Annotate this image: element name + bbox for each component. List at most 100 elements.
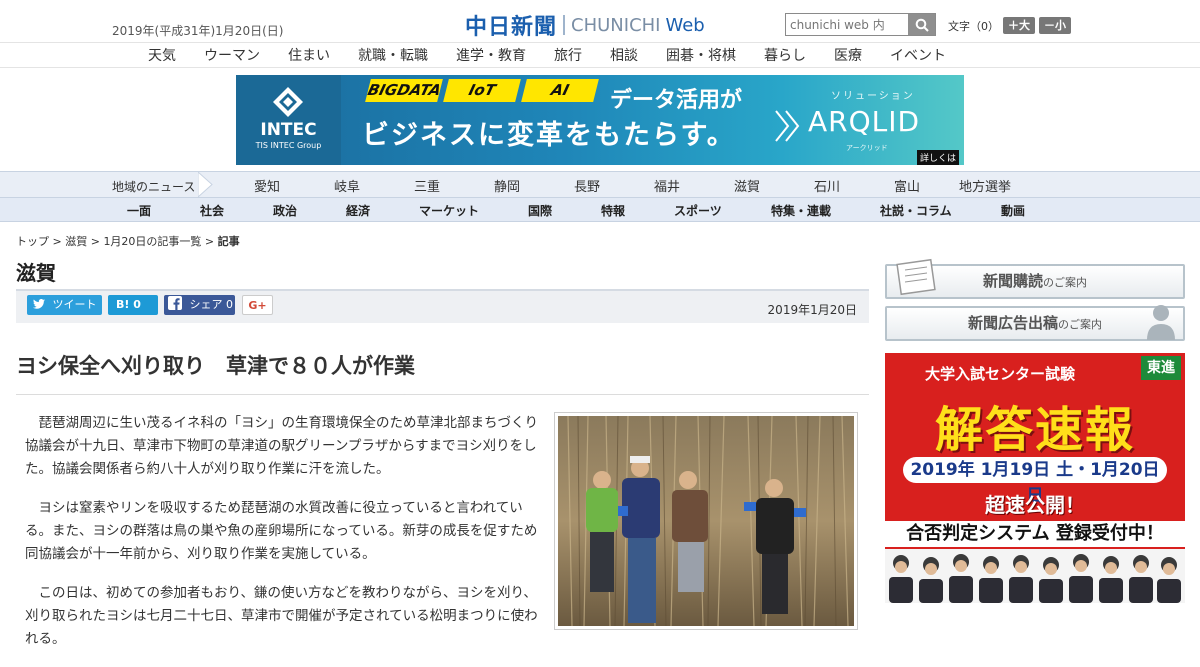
- region-shizuoka[interactable]: 静岡: [494, 176, 520, 195]
- logo-english: CHUNICHI: [571, 14, 661, 36]
- font-smaller-button[interactable]: －小: [1039, 17, 1071, 34]
- site-logo[interactable]: 中日新聞 CHUNICHI Web: [465, 9, 705, 41]
- search-input[interactable]: [786, 14, 908, 35]
- genre-special-report[interactable]: 特報: [601, 202, 625, 219]
- genre-international[interactable]: 国際: [528, 202, 552, 219]
- genre-market[interactable]: マーケット: [419, 202, 479, 219]
- banner-details[interactable]: 詳しくは: [917, 150, 960, 165]
- subscribe-suffix: のご案内: [1043, 276, 1087, 289]
- genre-sports[interactable]: スポーツ: [674, 202, 722, 219]
- category-consult[interactable]: 相談: [610, 45, 638, 65]
- genre-economy[interactable]: 経済: [346, 202, 370, 219]
- category-jobs[interactable]: 就職・転職: [358, 45, 428, 65]
- banner-tag-bigdata: BIGDATA: [365, 79, 443, 102]
- subscribe-button[interactable]: 新聞購読のご案内: [885, 258, 1185, 299]
- region-local-elections[interactable]: 地方選挙: [959, 176, 1011, 195]
- category-nav: 天気 ウーマン 住まい 就職・転職 進学・教育 旅行 相談 囲碁・将棋 暮らし …: [0, 43, 1200, 68]
- reed-cutting-photo: [558, 415, 854, 627]
- article-headline: ヨシ保全へ刈り取り 草津で８０人が作業: [16, 350, 869, 395]
- person-icon: [1147, 305, 1175, 340]
- intec-logo-icon: [273, 87, 303, 117]
- breadcrumb-list[interactable]: 1月20日の記事一覧: [103, 235, 201, 248]
- current-date: 2019年(平成31年)1月20日(日): [112, 24, 284, 38]
- logo-web: Web: [665, 14, 705, 36]
- advertise-button[interactable]: 新聞広告出稿のご案内: [885, 305, 1185, 341]
- region-fukui[interactable]: 福井: [654, 176, 680, 195]
- breadcrumb-sep: >: [49, 235, 66, 248]
- banner-company: INTEC: [260, 120, 317, 140]
- banner-line1: データ活用が: [610, 88, 743, 113]
- article-date: 2019年1月20日: [767, 303, 857, 317]
- newspaper-icon: [896, 258, 936, 296]
- ad2-logo: 東進: [1141, 356, 1181, 380]
- breadcrumb-sep: >: [87, 235, 104, 248]
- region-nagano[interactable]: 長野: [574, 176, 600, 195]
- ad2-fast: 超速公開！: [985, 493, 1085, 517]
- hatena-label: B! 0: [116, 298, 141, 311]
- region-ishikawa[interactable]: 石川: [814, 176, 840, 195]
- site-header: 2019年(平成31年)1月20日(日) 中日新聞 CHUNICHI Web 文…: [0, 0, 1200, 43]
- genre-editorial[interactable]: 社説・コラム: [880, 202, 952, 219]
- banner-chevron-icon: [775, 110, 800, 142]
- google-plus-button[interactable]: G+: [242, 295, 273, 315]
- region-nav: 地域のニュース 愛知 岐阜 三重 静岡 長野 福井 滋賀 石川 富山 地方選挙: [0, 171, 1200, 198]
- breadcrumb-sep: >: [201, 235, 218, 248]
- tweet-label: ツイート: [52, 298, 97, 311]
- banner-product: ARQLID: [808, 105, 921, 138]
- article-paragraph: 琵琶湖周辺に生い茂るイネ科の「ヨシ」の生育環境保全のため草津北部まちづくり協議会…: [25, 415, 538, 477]
- ad2-teachers-photo: [885, 549, 1185, 603]
- genre-politics[interactable]: 政治: [273, 202, 297, 219]
- search-button[interactable]: [908, 14, 935, 35]
- breadcrumb-region[interactable]: 滋賀: [65, 235, 87, 248]
- category-go-shogi[interactable]: 囲碁・将棋: [666, 45, 736, 65]
- category-travel[interactable]: 旅行: [554, 45, 582, 65]
- category-woman[interactable]: ウーマン: [204, 45, 260, 65]
- region-aichi[interactable]: 愛知: [254, 176, 280, 195]
- search-icon: [915, 18, 929, 32]
- category-weather[interactable]: 天気: [148, 45, 176, 65]
- region-toyama[interactable]: 富山: [894, 176, 920, 195]
- ad2-dates: 2019年 1月19日 土・1月20日 日: [903, 457, 1167, 506]
- ad2-top-text: 大学入試センター試験: [925, 365, 1076, 383]
- category-living[interactable]: 暮らし: [764, 45, 806, 65]
- region-arrow-icon: [198, 172, 213, 197]
- hatena-bookmark-button[interactable]: B! 0: [108, 295, 158, 315]
- article-body: 琵琶湖周辺に生い茂るイネ科の「ヨシ」の生育環境保全のため草津北部まちづくり協議会…: [25, 412, 545, 667]
- article-photo[interactable]: [554, 412, 858, 630]
- region-gifu[interactable]: 岐阜: [334, 176, 360, 195]
- teachers-group-image: [889, 554, 1181, 603]
- genre-features[interactable]: 特集・連載: [771, 202, 831, 219]
- article-paragraph: この日は、初めての参加者もおり、鎌の使い方などを教わりながら、ヨシを刈り、刈り取…: [25, 585, 538, 647]
- share-bar: ツイート B! 0 シェア 0 G+ 2019年1月20日: [16, 289, 869, 323]
- category-event[interactable]: イベント: [890, 45, 946, 65]
- font-bigger-button[interactable]: ＋大: [1003, 17, 1035, 34]
- ad2-headline: 解答速報: [934, 402, 1135, 458]
- tweet-button[interactable]: ツイート: [27, 295, 102, 315]
- category-medical[interactable]: 医療: [834, 45, 862, 65]
- category-housing[interactable]: 住まい: [288, 45, 330, 65]
- advertise-suffix: のご案内: [1058, 318, 1102, 331]
- facebook-share-button[interactable]: シェア 0: [164, 295, 235, 315]
- twitter-bird-icon: [33, 299, 45, 309]
- genre-front[interactable]: 一面: [127, 202, 151, 219]
- section-title: 滋賀: [16, 261, 56, 285]
- banner-product-kana: アークリッド: [846, 144, 888, 152]
- font-size-controls: 文字（0） ＋大 －小: [948, 17, 1071, 34]
- genre-society[interactable]: 社会: [200, 202, 224, 219]
- facebook-label: シェア 0: [189, 298, 234, 311]
- font-size-label: 文字（0）: [948, 19, 999, 33]
- category-education[interactable]: 進学・教育: [456, 45, 526, 65]
- region-mie[interactable]: 三重: [414, 176, 440, 195]
- banner-ad[interactable]: INTEC TIS INTEC Group BIGDATA IoT AI データ…: [236, 75, 964, 165]
- banner-tag-iot: IoT: [443, 79, 521, 102]
- article-paragraph: ヨシは窒素やリンを吸収するため琵琶湖の水質改善に役立っていると言われている。また…: [25, 500, 538, 562]
- breadcrumb-top[interactable]: トップ: [16, 235, 49, 248]
- site-search: [785, 13, 936, 36]
- genre-video[interactable]: 動画: [1001, 202, 1025, 219]
- advertise-label: 新聞広告出稿: [967, 314, 1058, 332]
- region-shiga[interactable]: 滋賀: [734, 176, 760, 195]
- banner-company-block: INTEC TIS INTEC Group: [236, 75, 341, 165]
- region-nav-label: 地域のニュース: [112, 180, 196, 194]
- exam-answer-ad[interactable]: 大学入試センター試験 東進 解答速報 2019年 1月19日 土・1月20日 日…: [885, 353, 1185, 603]
- logo-kanji: 中日新聞: [465, 15, 558, 40]
